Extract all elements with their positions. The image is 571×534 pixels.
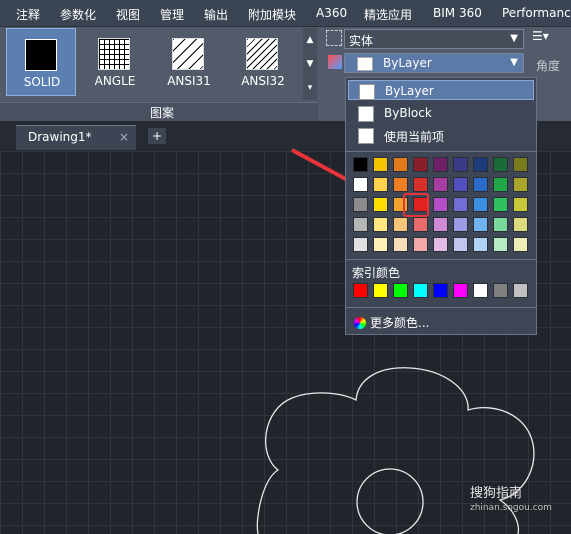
divider: [346, 259, 536, 260]
color-swatch-icon: [358, 106, 374, 122]
more-colors-button[interactable]: 更多颜色...: [354, 314, 429, 331]
palette-color-swatch[interactable]: [373, 237, 388, 252]
selection-highlight-box: [403, 193, 429, 217]
divider: [346, 307, 536, 308]
palette-color-swatch[interactable]: [473, 217, 488, 232]
palette-color-swatch[interactable]: [473, 237, 488, 252]
index-color-swatch[interactable]: [373, 283, 388, 298]
palette-color-swatch[interactable]: [433, 177, 448, 192]
index-color-swatch[interactable]: [393, 283, 408, 298]
index-color-swatch[interactable]: [353, 283, 368, 298]
watermark-url: zhinan.sogou.com: [470, 503, 552, 513]
color-option-current[interactable]: 使用当前项: [348, 125, 534, 145]
palette-color-swatch[interactable]: [473, 157, 488, 172]
palette-color-swatch[interactable]: [513, 177, 528, 192]
watermark: 搜狗指南 zhinan.sogou.com: [470, 482, 552, 513]
color-dropdown-popup: ByLayer ByBlock 使用当前项 索引颜色 更多颜色...: [345, 77, 537, 335]
palette-color-swatch[interactable]: [493, 157, 508, 172]
palette-color-swatch[interactable]: [493, 237, 508, 252]
index-color-swatch[interactable]: [413, 283, 428, 298]
palette-color-swatch[interactable]: [453, 217, 468, 232]
option-label: 使用当前项: [384, 130, 445, 144]
palette-color-swatch[interactable]: [453, 237, 468, 252]
palette-color-swatch[interactable]: [373, 217, 388, 232]
color-swatch-icon: [358, 128, 374, 144]
palette-color-swatch[interactable]: [473, 197, 488, 212]
palette-color-swatch[interactable]: [513, 237, 528, 252]
divider: [346, 151, 536, 152]
palette-color-swatch[interactable]: [373, 197, 388, 212]
palette-color-swatch[interactable]: [433, 217, 448, 232]
palette-color-swatch[interactable]: [453, 177, 468, 192]
color-option-byblock[interactable]: ByBlock: [348, 103, 534, 123]
palette-color-swatch[interactable]: [513, 217, 528, 232]
palette-color-swatch[interactable]: [373, 177, 388, 192]
palette-color-swatch[interactable]: [433, 157, 448, 172]
index-color-swatch[interactable]: [513, 283, 528, 298]
palette-color-swatch[interactable]: [493, 197, 508, 212]
palette-color-swatch[interactable]: [413, 177, 428, 192]
palette-color-swatch[interactable]: [493, 217, 508, 232]
center-circle: [356, 468, 424, 534]
watermark-title: 搜狗指南: [470, 486, 523, 501]
color-swatch-icon: [359, 84, 375, 100]
index-color-swatch[interactable]: [453, 283, 468, 298]
palette-color-swatch[interactable]: [413, 237, 428, 252]
palette-color-swatch[interactable]: [393, 177, 408, 192]
palette-color-swatch[interactable]: [353, 237, 368, 252]
palette-color-swatch[interactable]: [353, 157, 368, 172]
palette-color-swatch[interactable]: [353, 197, 368, 212]
color-option-bylayer[interactable]: ByLayer: [348, 80, 534, 100]
index-color-swatch[interactable]: [433, 283, 448, 298]
palette-color-swatch[interactable]: [433, 237, 448, 252]
palette-color-swatch[interactable]: [353, 217, 368, 232]
palette-color-swatch[interactable]: [413, 217, 428, 232]
palette-color-swatch[interactable]: [513, 157, 528, 172]
palette-color-swatch[interactable]: [353, 177, 368, 192]
palette-color-swatch[interactable]: [393, 157, 408, 172]
option-label: ByBlock: [384, 106, 432, 120]
index-color-swatch[interactable]: [473, 283, 488, 298]
palette-color-swatch[interactable]: [413, 157, 428, 172]
palette-color-swatch[interactable]: [373, 157, 388, 172]
option-label: ByLayer: [385, 84, 434, 98]
palette-color-swatch[interactable]: [393, 237, 408, 252]
palette-color-swatch[interactable]: [513, 197, 528, 212]
palette-color-swatch[interactable]: [393, 217, 408, 232]
more-colors-label: 更多颜色...: [370, 316, 430, 330]
palette-color-swatch[interactable]: [453, 197, 468, 212]
palette-color-swatch[interactable]: [453, 157, 468, 172]
color-wheel-icon: [354, 317, 366, 329]
palette-color-swatch[interactable]: [473, 177, 488, 192]
index-color-label: 索引颜色: [352, 266, 401, 280]
palette-color-swatch[interactable]: [433, 197, 448, 212]
index-color-swatch[interactable]: [493, 283, 508, 298]
palette-color-swatch[interactable]: [493, 177, 508, 192]
